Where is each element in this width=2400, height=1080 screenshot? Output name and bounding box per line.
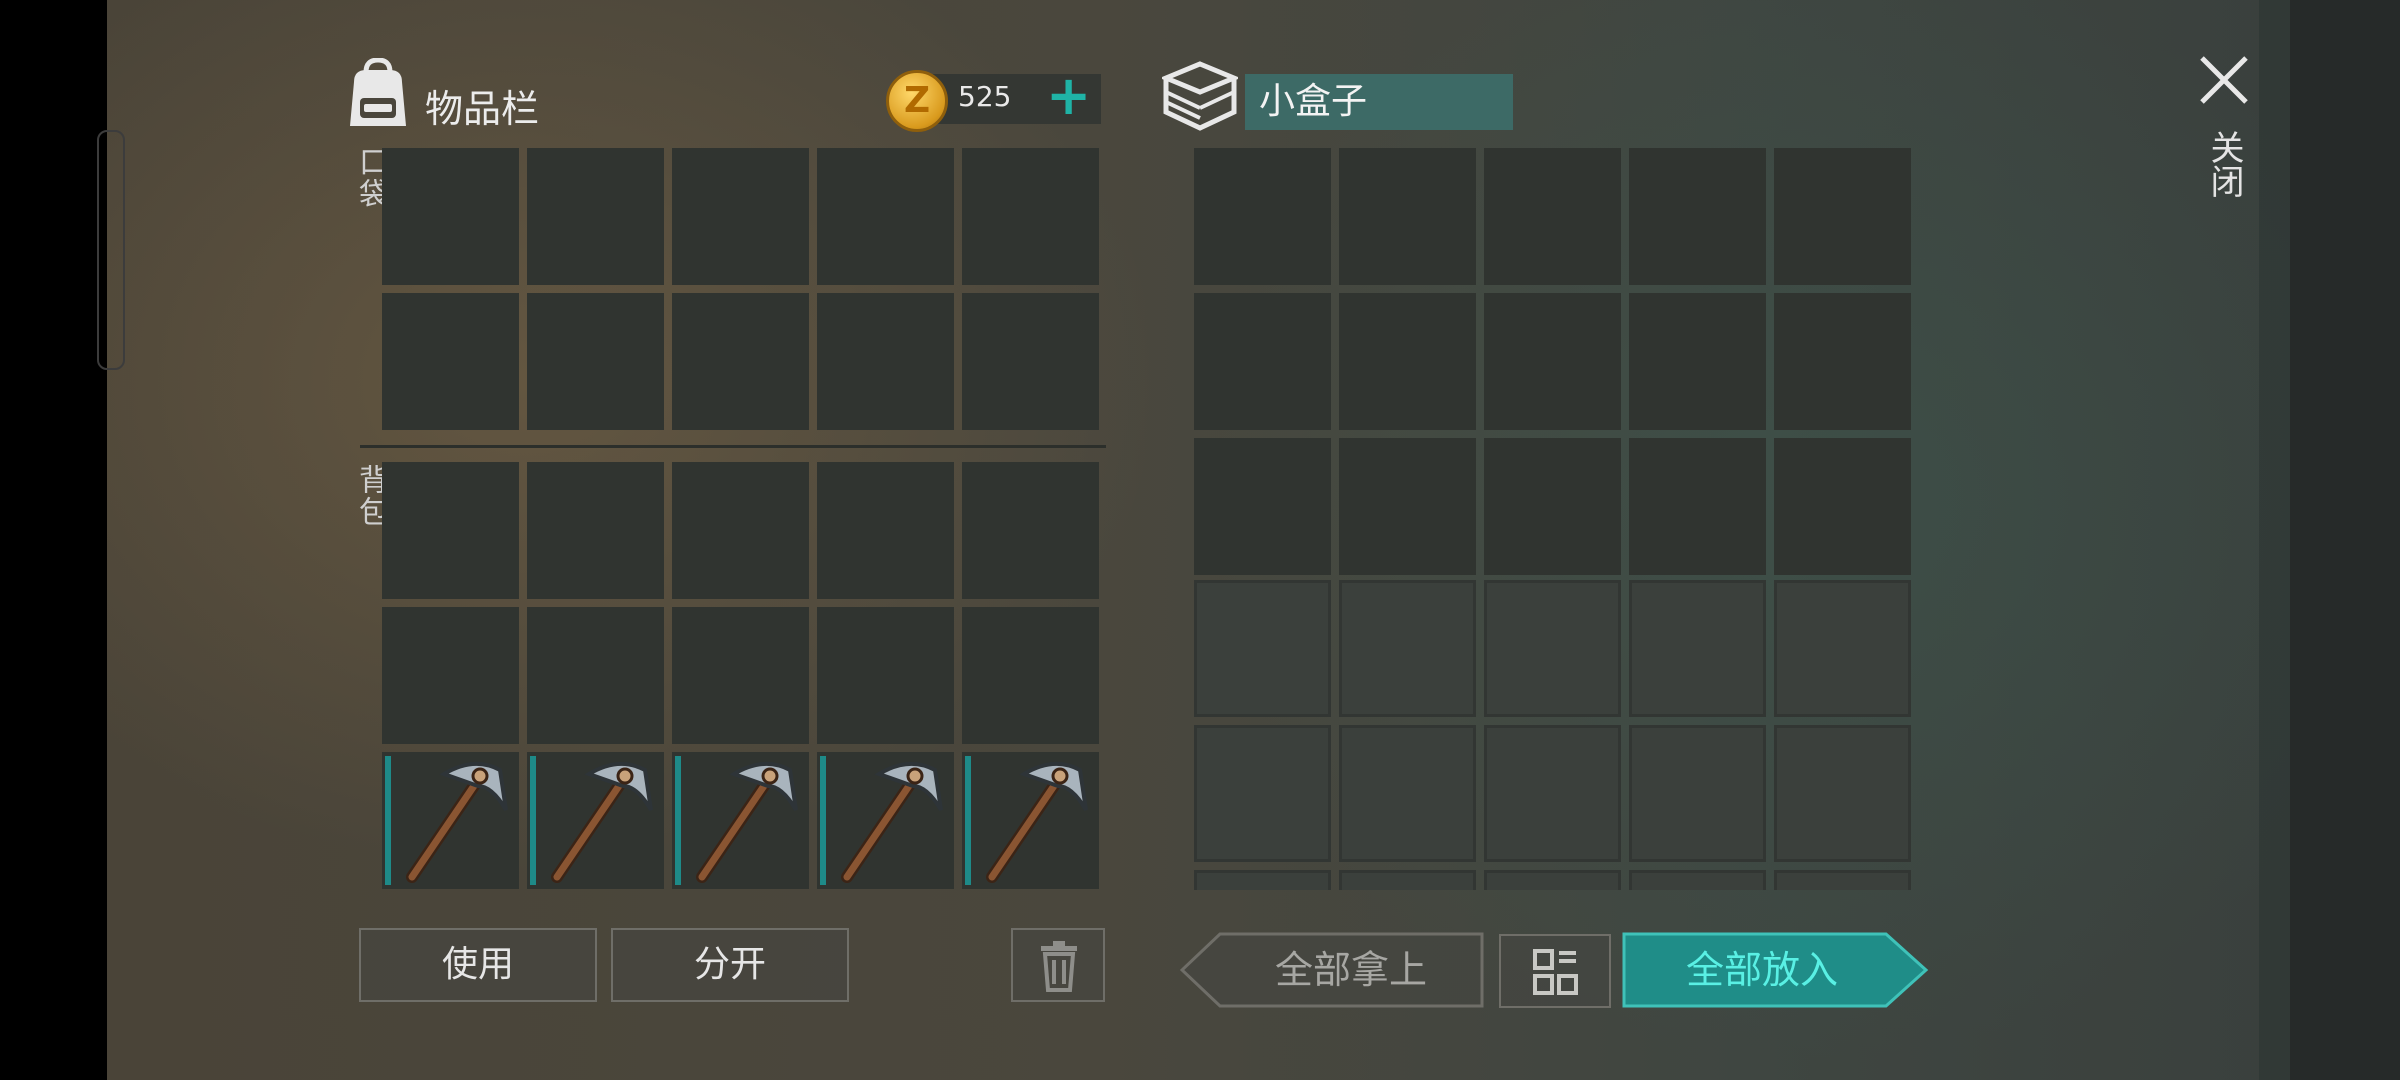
pocket-slot[interactable] (672, 293, 809, 430)
pocket-slot[interactable] (527, 293, 664, 430)
locked-slot (1774, 870, 1911, 890)
put-all-label: 全部放入 (1685, 948, 1838, 992)
locked-slot (1339, 725, 1476, 862)
backpack-slot-pickaxe[interactable] (817, 752, 954, 889)
locked-slot (1629, 580, 1766, 717)
backpack-slot[interactable] (672, 607, 809, 744)
inventory-title: 物品栏 (425, 87, 540, 131)
pickaxe-icon (406, 762, 508, 883)
container-slot[interactable] (1629, 293, 1766, 430)
locked-slot (1194, 725, 1331, 862)
container-slot[interactable] (1629, 438, 1766, 575)
container-slot[interactable] (1339, 438, 1476, 575)
use-button[interactable]: 使用 (359, 928, 597, 1002)
locked-slot (1339, 580, 1476, 717)
pocket-grid (382, 148, 1099, 430)
container-slot[interactable] (1194, 293, 1331, 430)
locked-slot (1629, 870, 1766, 890)
pocket-slot[interactable] (672, 148, 809, 285)
split-button[interactable]: 分开 (611, 928, 849, 1002)
locked-slot (1629, 725, 1766, 862)
backpack-slot[interactable] (817, 607, 954, 744)
add-currency-button[interactable]: + (1046, 66, 1091, 126)
sort-button[interactable] (1499, 934, 1611, 1008)
take-all-label: 全部拿上 (1274, 948, 1427, 992)
pickaxe-icon (696, 762, 798, 883)
pocket-slot[interactable] (817, 293, 954, 430)
backpack-slot[interactable] (527, 462, 664, 599)
grid-sort-icon (1533, 949, 1578, 995)
backpack-slot-pickaxe[interactable] (382, 752, 519, 889)
trash-icon (1041, 941, 1077, 992)
pocket-slot[interactable] (817, 148, 954, 285)
backpack-grid (382, 462, 1099, 889)
container-slot[interactable] (1339, 293, 1476, 430)
locked-slot (1484, 870, 1621, 890)
backpack-slot-pickaxe[interactable] (527, 752, 664, 889)
locked-slot (1484, 580, 1621, 717)
locked-slot (1484, 725, 1621, 862)
container-slot[interactable] (1774, 438, 1911, 575)
container-locked-area (1194, 580, 1919, 890)
put-all-button[interactable]: 全部放入 (1622, 932, 1930, 1008)
container-slot[interactable] (1194, 438, 1331, 575)
locked-slot (1194, 580, 1331, 717)
backpack-slot-pickaxe[interactable] (672, 752, 809, 889)
locked-slot (1774, 725, 1911, 862)
close-icon (2200, 56, 2248, 104)
pickaxe-icon (551, 762, 653, 883)
container-name-field[interactable]: 小盒子 (1245, 74, 1513, 130)
take-all-button[interactable]: 全部拿上 (1180, 932, 1485, 1008)
pocket-slot[interactable] (382, 293, 519, 430)
pickaxe-icon (841, 762, 943, 883)
container-slot[interactable] (1629, 148, 1766, 285)
locked-slot (1774, 580, 1911, 717)
locked-slot (1339, 870, 1476, 890)
container-slot[interactable] (1484, 148, 1621, 285)
pickaxe-icon (986, 762, 1088, 883)
container-slot[interactable] (1484, 293, 1621, 430)
backpack-slot[interactable] (817, 462, 954, 599)
backpack-slot[interactable] (962, 462, 1099, 599)
backpack-slot-pickaxe[interactable] (962, 752, 1099, 889)
pocket-slot[interactable] (527, 148, 664, 285)
backpack-slot[interactable] (382, 462, 519, 599)
coin-icon: Z (886, 70, 948, 132)
backpack-slot[interactable] (962, 607, 1099, 744)
box-icon (1159, 60, 1241, 132)
backpack-slot[interactable] (382, 607, 519, 744)
backpack-slot[interactable] (527, 607, 664, 744)
locked-slot (1194, 870, 1331, 890)
close-label[interactable]: 关闭 (2200, 130, 2249, 198)
currency-display: Z 525 + (886, 66, 1106, 132)
container-slot[interactable] (1774, 293, 1911, 430)
pocket-slot[interactable] (962, 293, 1099, 430)
container-slot[interactable] (1484, 438, 1621, 575)
edge-handle (97, 130, 125, 370)
container-slot[interactable] (1774, 148, 1911, 285)
container-grid (1194, 148, 1911, 575)
pocket-slot[interactable] (382, 148, 519, 285)
container-slot[interactable] (1339, 148, 1476, 285)
section-divider (360, 445, 1106, 448)
backpack-slot[interactable] (672, 462, 809, 599)
close-button[interactable] (2196, 52, 2252, 108)
screen-edge (2290, 0, 2400, 1080)
container-slot[interactable] (1194, 148, 1331, 285)
currency-amount: 525 (958, 80, 1012, 113)
delete-button[interactable] (1011, 928, 1105, 1002)
pocket-slot[interactable] (962, 148, 1099, 285)
backpack-icon (344, 57, 412, 130)
